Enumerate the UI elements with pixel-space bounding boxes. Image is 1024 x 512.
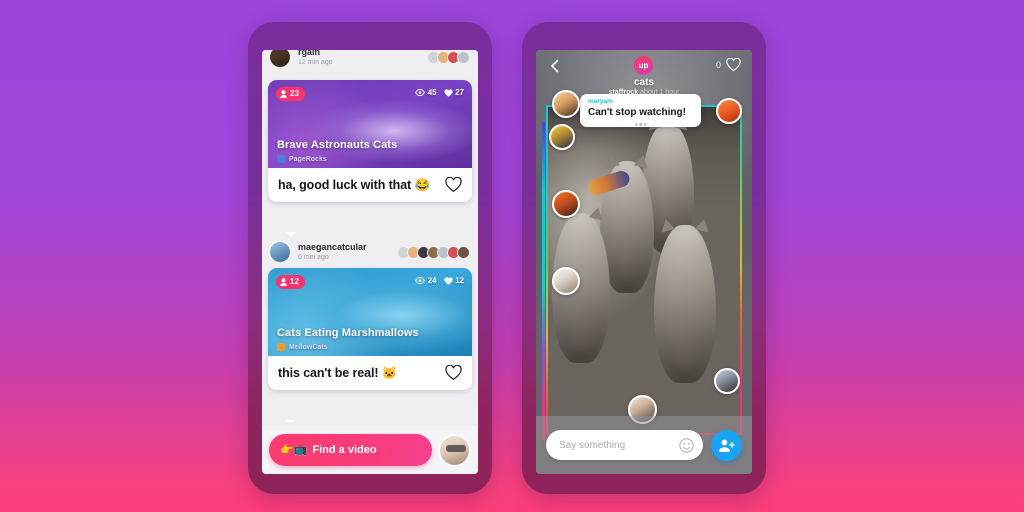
cat-subject (654, 225, 716, 383)
live-viewers-badge-1: 23 (276, 87, 305, 101)
find-video-emoji: 👉📺 (280, 443, 308, 456)
chat-username: maryam (588, 98, 613, 105)
heart-outline-icon[interactable] (726, 58, 741, 72)
avatar (269, 241, 291, 263)
find-a-video-label: Find a video (312, 444, 377, 456)
views-stat-2: 24 (415, 276, 437, 285)
heart-outline-icon[interactable] (445, 176, 462, 194)
reactor-avatars (427, 50, 470, 64)
comment-username: maegancatcular (298, 242, 367, 252)
channel-badge-icon (277, 155, 285, 163)
caption-bar-2: this can't be real! 🐱 (268, 356, 472, 390)
emoji-smiley-icon[interactable] (679, 437, 694, 453)
participant-avatar-3[interactable] (552, 190, 580, 218)
phone-right-frame: up cats staffrock about 1 hour 0 maryam … (522, 22, 766, 494)
comment-time: 6 min ago (298, 254, 329, 261)
channel-badge-icon (277, 343, 285, 351)
participant-avatar-4[interactable] (552, 267, 580, 295)
comment-time: 12 min ago (298, 59, 333, 66)
left-phone-screen: rgain 12 min ago 23 45 27 Brave Astronau… (262, 50, 478, 474)
video-channel-1: PageRocks (277, 155, 327, 163)
avatar (269, 50, 291, 68)
live-viewers-badge-2: 12 (276, 275, 305, 289)
video-title-1: Brave Astronauts Cats (277, 139, 398, 151)
partial-comment-row[interactable]: rgain 12 min ago (262, 50, 478, 76)
viewer-count-1: 23 (290, 89, 299, 98)
add-person-icon[interactable] (711, 429, 742, 461)
message-composer: Say something (536, 416, 752, 474)
video-stats-2: 24 12 (415, 276, 464, 285)
video-stats-1: 45 27 (415, 88, 464, 97)
reactor-avatars (397, 245, 470, 259)
bottom-action-bar: 👉📺 Find a video (262, 426, 478, 474)
video-thumbnail-2[interactable]: 12 24 12 Cats Eating Marshmallows Mellow… (268, 268, 472, 356)
viewer-count-2: 12 (290, 277, 299, 286)
say-something-placeholder: Say something (559, 439, 626, 451)
video-card-1[interactable]: 23 45 27 Brave Astronauts Cats PageRocks (268, 80, 472, 202)
likes-stat-2: 12 (444, 276, 464, 285)
phone-left-frame: rgain 12 min ago 23 45 27 Brave Astronau… (248, 22, 492, 494)
caption-bar-1: ha, good luck with that 😂 (268, 168, 472, 202)
video-thumbnail-1[interactable]: 23 45 27 Brave Astronauts Cats PageRocks (268, 80, 472, 168)
my-avatar[interactable] (438, 433, 471, 467)
app-logo: up (634, 56, 653, 75)
participant-avatar-5[interactable] (716, 98, 742, 124)
comment-username: rgain (298, 50, 321, 57)
like-count: 0 (715, 60, 721, 70)
likes-stat-1: 27 (444, 88, 464, 97)
participant-avatar-6[interactable] (714, 368, 740, 394)
participant-avatar-2[interactable] (549, 124, 575, 150)
participant-avatar-1[interactable] (552, 90, 580, 118)
video-title-2: Cats Eating Marshmallows (277, 327, 419, 339)
caption-text-1: ha, good luck with that 😂 (278, 177, 430, 192)
right-phone-screen: up cats staffrock about 1 hour 0 maryam … (536, 50, 752, 474)
ellipsis-icon[interactable] (634, 123, 647, 126)
back-chevron-icon[interactable] (548, 59, 562, 73)
views-stat-1: 45 (415, 88, 437, 97)
chat-message-bubble[interactable]: maryam Can't stop watching! (580, 94, 701, 127)
say-something-input[interactable]: Say something (546, 430, 703, 460)
heart-outline-icon[interactable] (445, 364, 462, 382)
find-a-video-button[interactable]: 👉📺 Find a video (269, 434, 432, 466)
caption-text-2: this can't be real! 🐱 (278, 365, 398, 380)
comment-row-1[interactable]: maegancatcular 6 min ago (262, 236, 478, 268)
chat-message-text: Can't stop watching! (588, 107, 686, 118)
like-group[interactable]: 0 (716, 58, 741, 72)
video-card-2[interactable]: 12 24 12 Cats Eating Marshmallows Mellow… (268, 268, 472, 390)
room-title: cats (633, 77, 654, 88)
participant-rail (542, 122, 545, 440)
video-channel-2: MellowCats (277, 343, 328, 351)
